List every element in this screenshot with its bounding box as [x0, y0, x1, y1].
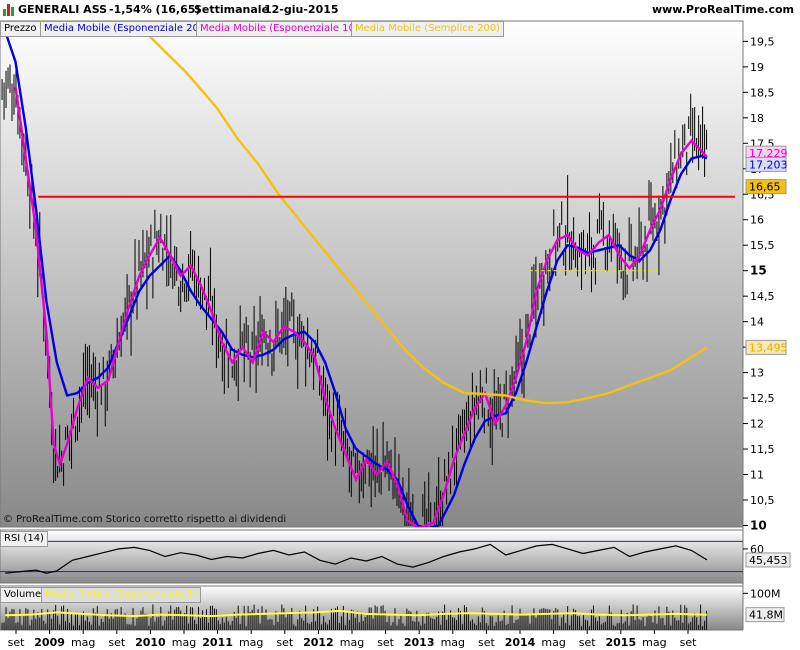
- chart-canvas: 1010,51111,51212,51313,51414,51515,51616…: [0, 20, 800, 649]
- x-tick-label: 2009: [34, 636, 65, 649]
- volume-value-tag: 41,8M: [749, 609, 783, 622]
- x-tick-label: set: [377, 636, 394, 649]
- x-tick-label: mag: [441, 636, 465, 649]
- x-tick-label: 2014: [505, 636, 536, 649]
- y-tick-label: 10,5: [750, 494, 775, 507]
- y-tick-label: 19,5: [750, 35, 775, 48]
- y-tick-label: 18: [750, 112, 764, 125]
- y-tick-label: 12: [750, 418, 764, 431]
- x-tick-label: set: [478, 636, 495, 649]
- legend-ema10: Media Mobile (Esponenziale 10): [196, 21, 363, 37]
- legend-price: Prezzo: [0, 21, 41, 37]
- legend-sma200: Media Mobile (Semplice 200): [351, 21, 505, 37]
- x-tick-label: set: [680, 636, 697, 649]
- x-tick-label: mag: [239, 636, 263, 649]
- rsi-value-tag: 45,453: [749, 554, 788, 567]
- x-tick-label: set: [579, 636, 596, 649]
- x-tick-label: mag: [340, 636, 364, 649]
- x-tick-label: 2012: [303, 636, 334, 649]
- legend-volume: Volume: [0, 587, 46, 603]
- x-tick-label: mag: [541, 636, 565, 649]
- y-tick-label: 13: [750, 367, 764, 380]
- last-price-tag: 16,65: [749, 181, 781, 194]
- x-tick-label: 2015: [605, 636, 636, 649]
- y-tick-label: 12,5: [750, 392, 775, 405]
- x-tick-label: mag: [642, 636, 666, 649]
- x-tick-label: set: [8, 636, 25, 649]
- legend-volume-ma: Media Mobile (Esponenziale 5): [41, 587, 202, 603]
- y-tick-label: 18,5: [750, 86, 775, 99]
- sma200-value-tag: 13,495: [749, 341, 788, 354]
- volume-tick-label: 100M: [750, 587, 781, 600]
- y-tick-label: 14: [750, 316, 764, 329]
- x-tick-label: 2010: [135, 636, 166, 649]
- y-tick-label: 10: [750, 518, 767, 532]
- y-tick-label: 15,5: [750, 239, 775, 252]
- y-tick-label: 15: [750, 264, 767, 278]
- legend-rsi: RSI (14): [0, 531, 48, 547]
- ema20-value-tag: 17,203: [749, 158, 788, 171]
- y-tick-label: 11: [750, 469, 764, 482]
- price-panel: [0, 20, 744, 528]
- y-tick-label: 14,5: [750, 290, 775, 303]
- x-tick-label: mag: [71, 636, 95, 649]
- x-tick-label: set: [108, 636, 125, 649]
- y-tick-label: 19: [750, 61, 764, 74]
- chart-root: GENERALI ASS -1,54% (16,65) Settimanale …: [0, 0, 800, 650]
- legend-ema20: Media Mobile (Esponenziale 20): [40, 21, 207, 37]
- footnote: © ProRealTime.com Storico corretto rispe…: [3, 514, 287, 525]
- y-tick-label: 11,5: [750, 443, 775, 456]
- y-tick-label: 16: [750, 214, 764, 227]
- x-tick-label: set: [276, 636, 293, 649]
- x-tick-label: mag: [172, 636, 196, 649]
- x-tick-label: 2013: [404, 636, 435, 649]
- x-tick-label: 2011: [202, 636, 233, 649]
